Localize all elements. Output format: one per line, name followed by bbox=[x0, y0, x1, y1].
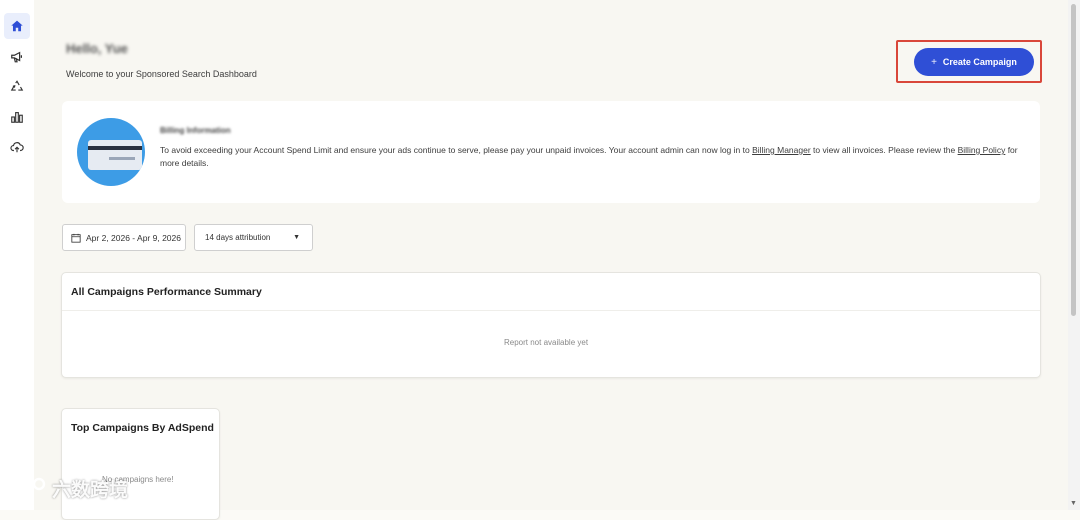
scrollbar-thumb[interactable] bbox=[1071, 4, 1076, 316]
dashboard-main: Hello, Yue Welcome to your Sponsored Sea… bbox=[34, 0, 1068, 520]
home-icon bbox=[11, 20, 23, 32]
billing-policy-link[interactable]: Billing Policy bbox=[958, 145, 1006, 155]
recycle-icon bbox=[10, 80, 24, 91]
scroll-down-arrow-icon[interactable]: ▼ bbox=[1070, 500, 1077, 507]
watermark-logo-icon bbox=[10, 477, 46, 499]
plus-icon: + bbox=[931, 56, 937, 68]
sidebar bbox=[0, 0, 35, 510]
watermark-text: 六数跨境 bbox=[52, 479, 129, 501]
sidebar-item-campaigns[interactable] bbox=[4, 44, 30, 70]
attribution-value: 14 days attribution bbox=[205, 233, 271, 242]
billing-notice: Billing Information To avoid exceeding y… bbox=[62, 101, 1040, 203]
sidebar-item-home[interactable] bbox=[4, 13, 30, 39]
billing-illustration bbox=[77, 118, 145, 186]
calendar-icon bbox=[71, 233, 81, 243]
bar-chart-icon bbox=[11, 112, 23, 123]
cloud-upload-icon bbox=[10, 142, 24, 153]
summary-empty-message: Report not available yet bbox=[504, 338, 589, 347]
billing-message: To avoid exceeding your Account Spend Li… bbox=[160, 145, 1018, 168]
greeting: Hello, Yue bbox=[66, 41, 128, 56]
create-campaign-label: Create Campaign bbox=[942, 57, 1017, 67]
top-campaigns-panel: Top Campaigns By AdSpend No campaigns he… bbox=[61, 408, 220, 520]
attribution-select[interactable]: 14 days attribution ▼ bbox=[194, 224, 313, 251]
sidebar-item-recycle[interactable] bbox=[4, 74, 30, 100]
billing-manager-link[interactable]: Billing Manager bbox=[752, 145, 811, 155]
sidebar-item-upload[interactable] bbox=[4, 134, 30, 160]
performance-summary-panel: All Campaigns Performance Summary Report… bbox=[61, 272, 1041, 378]
chevron-down-icon: ▼ bbox=[293, 234, 300, 241]
top-campaigns-title: Top Campaigns By AdSpend bbox=[71, 422, 214, 434]
page-scrollbar[interactable]: ▼ bbox=[1068, 0, 1080, 510]
date-range-picker[interactable]: Apr 2, 2026 - Apr 9, 2026 bbox=[62, 224, 186, 251]
date-range-label: Apr 2, 2026 - Apr 9, 2026 bbox=[86, 232, 181, 243]
megaphone-icon bbox=[11, 51, 22, 63]
billing-title: Billing Information bbox=[160, 126, 231, 135]
summary-panel-title: All Campaigns Performance Summary bbox=[71, 286, 262, 298]
create-campaign-button[interactable]: + Create Campaign bbox=[914, 48, 1034, 76]
summary-divider bbox=[62, 310, 1040, 311]
watermark: 六数跨境 bbox=[8, 474, 128, 502]
welcome-text: Welcome to your Sponsored Search Dashboa… bbox=[66, 69, 257, 79]
sidebar-item-reports[interactable] bbox=[4, 104, 30, 130]
